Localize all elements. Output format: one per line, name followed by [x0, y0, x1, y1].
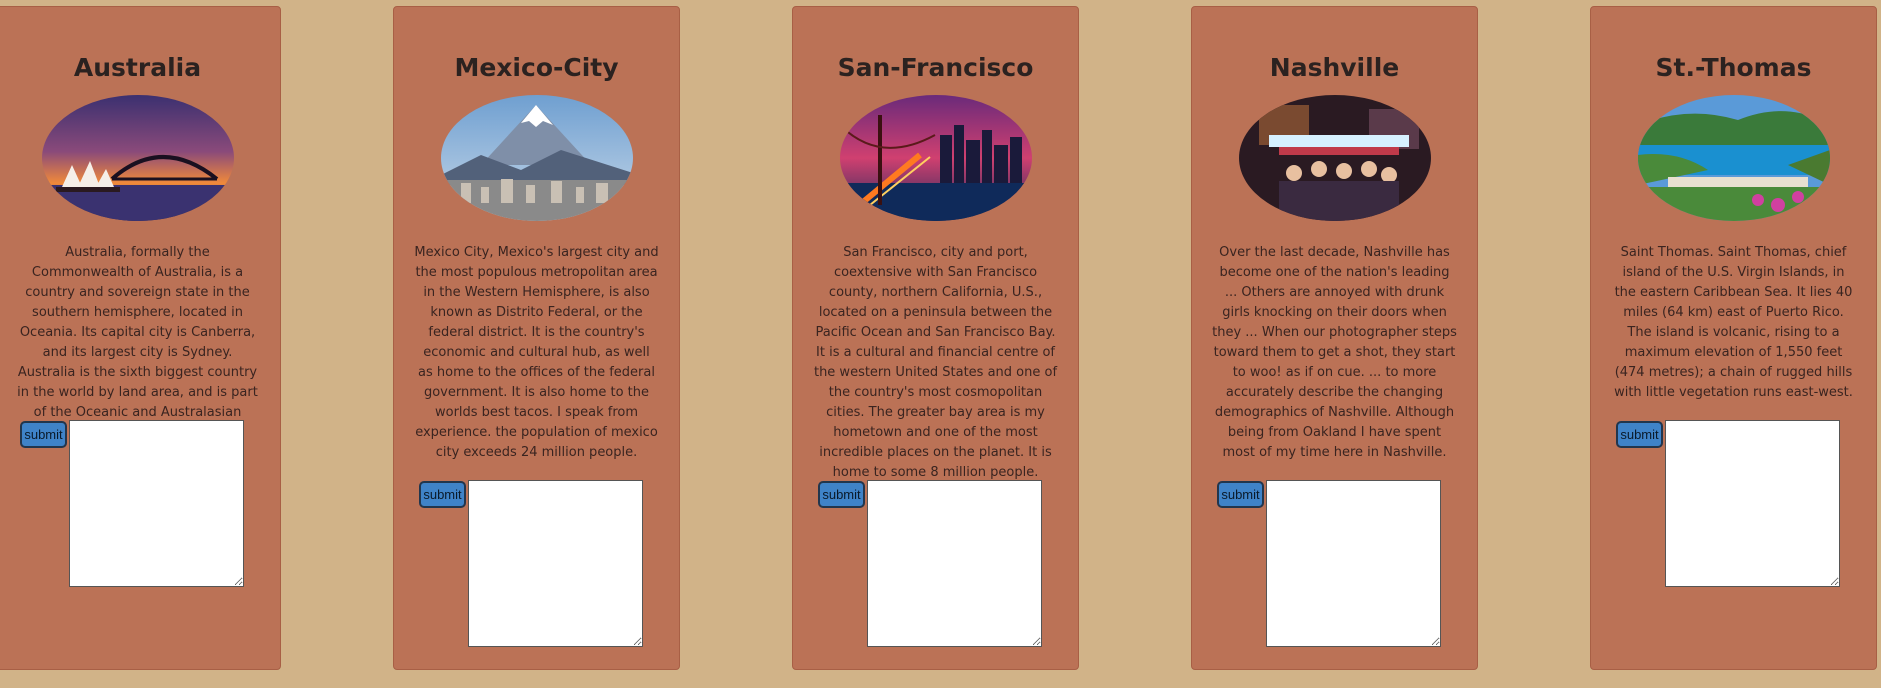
- card-description: San Francisco, city and port, coextensiv…: [813, 245, 1058, 480]
- city-card-nashville: Nashville Over the last decade, Nashvill…: [1191, 6, 1478, 670]
- card-title: San-Francisco: [837, 53, 1034, 82]
- card-description: Australia, formally the Commonwealth of …: [17, 245, 258, 440]
- card-title: St.-Thomas: [1655, 53, 1812, 82]
- city-card-mexico-city: Mexico-City Mexico City, Mexico's larges…: [393, 6, 680, 670]
- card-title: Nashville: [1269, 53, 1400, 82]
- city-card-australia: Australia Australia, formally the Common…: [0, 6, 281, 670]
- comment-textarea[interactable]: [1665, 420, 1840, 587]
- submit-button[interactable]: submit: [20, 421, 67, 448]
- comment-textarea[interactable]: [468, 480, 643, 647]
- submit-button[interactable]: submit: [419, 481, 466, 508]
- st-thomas-photo: [1637, 95, 1830, 221]
- city-card-st-thomas: St.-Thomas Saint Thomas. Saint Thomas, c…: [1590, 6, 1877, 670]
- comment-textarea[interactable]: [867, 480, 1042, 647]
- city-card-san-francisco: San-Francisco San Francisco, city and po…: [792, 6, 1079, 670]
- san-francisco-photo: [839, 95, 1032, 221]
- card-title: Mexico-City: [454, 53, 619, 82]
- submit-button[interactable]: submit: [1217, 481, 1264, 508]
- comment-textarea[interactable]: [1266, 480, 1441, 647]
- submit-button[interactable]: submit: [1616, 421, 1663, 448]
- card-description: Over the last decade, Nashville has beco…: [1212, 245, 1457, 460]
- comment-textarea[interactable]: [69, 420, 244, 587]
- card-title: Australia: [73, 53, 202, 82]
- card-description: Saint Thomas. Saint Thomas, chief island…: [1614, 245, 1853, 400]
- australia-photo: [41, 95, 234, 221]
- card-description: Mexico City, Mexico's largest city and t…: [414, 245, 659, 460]
- mexico-city-photo: [440, 95, 633, 221]
- submit-button[interactable]: submit: [818, 481, 865, 508]
- nashville-photo: [1238, 95, 1431, 221]
